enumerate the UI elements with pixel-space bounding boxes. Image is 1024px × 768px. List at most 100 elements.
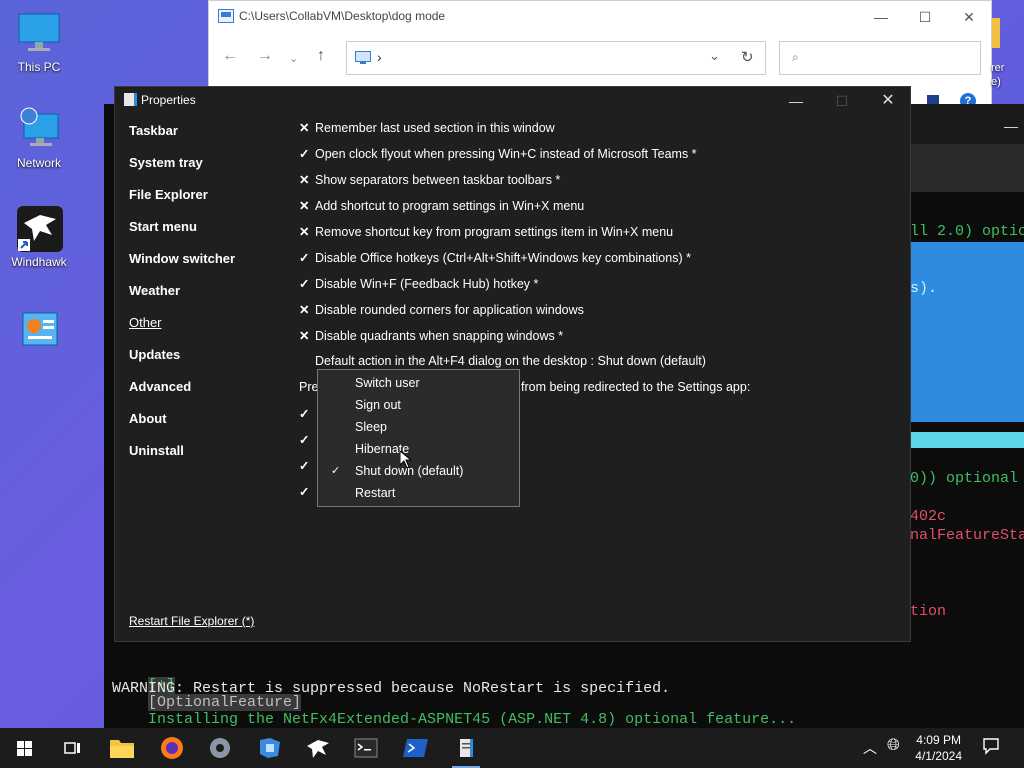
checkmark-icon[interactable]: ✓	[299, 458, 309, 473]
close-button[interactable]: ✕	[949, 5, 989, 29]
option-clock-flyout[interactable]: ✓ Open clock flyout when pressing Win+C i…	[299, 146, 697, 161]
refresh-icon[interactable]: ↻	[741, 48, 754, 66]
desktop-icon-windhawk[interactable]: Windhawk	[7, 205, 71, 269]
checkmark-icon[interactable]: ✓	[299, 484, 309, 499]
menu-item-restart[interactable]: Restart	[318, 482, 519, 504]
nav-window-switcher[interactable]: Window switcher	[129, 251, 235, 266]
globe-icon[interactable]: 🌐︎	[887, 737, 900, 755]
nav-advanced[interactable]: Advanced	[129, 379, 191, 394]
partial-label: rer	[991, 62, 1005, 74]
search-box[interactable]: ⌕	[779, 41, 981, 75]
menu-item-shut-down[interactable]: ✓ Shut down (default)	[318, 460, 519, 482]
monitor-icon	[16, 10, 62, 56]
notification-icon[interactable]	[982, 737, 1000, 758]
x-mark-icon: ✕	[299, 225, 310, 239]
nav-about[interactable]: About	[129, 411, 167, 426]
desktop-icon-control-panel[interactable]	[7, 308, 71, 358]
option-remember-section[interactable]: ✕ Remember last used section in this wind…	[299, 120, 555, 135]
checkmark-icon[interactable]: ✓	[299, 432, 309, 447]
chevron-down-icon[interactable]: ⌄	[289, 52, 298, 65]
checkmark-icon: ✓	[299, 147, 310, 161]
partial-label-2: e)	[991, 76, 1001, 88]
option-snap-quadrants[interactable]: ✕ Disable quadrants when snapping windows…	[299, 328, 563, 343]
terminal-taskbar-button[interactable]	[346, 734, 386, 762]
properties-app-icon	[460, 739, 473, 757]
desktop-icon-label: This PC	[17, 60, 61, 74]
menu-item-switch-user[interactable]: Switch user	[318, 372, 519, 394]
explorer-title: C:\Users\CollabVM\Desktop\dog mode	[239, 9, 446, 23]
system-clock[interactable]: 4:09 PM 4/1/2024	[915, 732, 962, 764]
properties-window[interactable]: Properties — ☐ ✕ Taskbar System tray Fil…	[114, 86, 911, 642]
control-panel-icon	[16, 308, 62, 354]
shutdown-action-menu[interactable]: Switch user Sign out Sleep Hibernate ✓ Sh…	[317, 369, 520, 507]
option-office-hotkeys[interactable]: ✓ Disable Office hotkeys (Ctrl+Alt+Shift+…	[299, 250, 691, 265]
task-view-button[interactable]	[52, 734, 92, 762]
terminal-line: nalFeatureSta	[910, 527, 1024, 544]
restart-explorer-link[interactable]: Restart File Explorer (*)	[129, 614, 254, 628]
address-chevron: ›	[377, 49, 382, 65]
terminal-minimize-button[interactable]: —	[1004, 118, 1018, 134]
gear-icon	[210, 738, 230, 758]
option-prevent-redirect[interactable]: Pre	[299, 380, 318, 394]
maximize-button[interactable]: ☐	[905, 5, 945, 29]
nav-weather[interactable]: Weather	[129, 283, 180, 298]
menu-item-sleep[interactable]: Sleep	[318, 416, 519, 438]
properties-titlebar[interactable]: Properties — ☐ ✕	[115, 87, 910, 113]
taskbar: ︿ 🌐︎ 4:09 PM 4/1/2024	[0, 728, 1024, 768]
address-bar[interactable]: › ⌄ ↻	[346, 41, 766, 75]
option-rounded-corners[interactable]: ✕ Disable rounded corners for application…	[299, 302, 584, 317]
desktop-icon-network[interactable]: Network	[7, 106, 71, 170]
nav-other[interactable]: Other	[129, 315, 162, 330]
nav-file-explorer[interactable]: File Explorer	[129, 187, 208, 202]
start-button[interactable]	[4, 734, 44, 762]
app-taskbar-button[interactable]	[250, 734, 290, 762]
option-toolbar-separators[interactable]: ✕ Show separators between taskbar toolbar…	[299, 172, 560, 187]
option-altf4-default-action[interactable]: Default action in the Alt+F4 dialog on t…	[299, 354, 706, 368]
folder-icon	[218, 9, 234, 26]
option-remove-shortcut-key[interactable]: ✕ Remove shortcut key from program settin…	[299, 224, 673, 239]
nav-taskbar[interactable]: Taskbar	[129, 123, 178, 138]
checkmark-icon[interactable]: ✓	[299, 406, 309, 421]
nav-start-menu[interactable]: Start menu	[129, 219, 197, 234]
desktop-icon-this-pc[interactable]: This PC	[7, 10, 71, 74]
powershell-taskbar-button[interactable]	[396, 734, 436, 762]
terminal-blue-panel	[910, 242, 1024, 422]
minimize-button[interactable]: —	[773, 89, 819, 113]
option-winx-shortcut[interactable]: ✕ Add shortcut to program settings in Win…	[299, 198, 584, 213]
terminal-install-text: Installing the NetFx4Extended-ASPNET45 (…	[148, 711, 797, 728]
settings-taskbar-button[interactable]	[200, 734, 240, 762]
clock-date: 4/1/2024	[915, 749, 962, 763]
x-mark-icon: ✕	[299, 329, 310, 343]
nav-updates[interactable]: Updates	[129, 347, 180, 362]
forward-arrow-icon[interactable]: →	[257, 47, 273, 65]
firefox-icon	[161, 737, 183, 759]
up-arrow-icon[interactable]: ↑	[317, 47, 325, 65]
menu-item-sign-out[interactable]: Sign out	[318, 394, 519, 416]
file-explorer-taskbar-button[interactable]	[102, 734, 142, 762]
properties-app-icon	[124, 93, 137, 106]
properties-taskbar-button[interactable]	[446, 734, 486, 768]
maximize-button: ☐	[835, 93, 849, 109]
windows-logo-icon	[17, 741, 32, 756]
firefox-taskbar-button[interactable]	[152, 734, 192, 762]
terminal-tab-strip	[910, 144, 1024, 192]
close-button[interactable]: ✕	[865, 89, 911, 113]
menu-item-hibernate[interactable]: Hibernate	[318, 438, 519, 460]
back-arrow-icon[interactable]: ←	[222, 47, 238, 65]
nav-system-tray[interactable]: System tray	[129, 155, 203, 170]
puzzle-icon	[260, 738, 280, 758]
address-dropdown-icon[interactable]: ⌄	[709, 48, 720, 64]
option-winf-hotkey[interactable]: ✓ Disable Win+F (Feedback Hub) hotkey *	[299, 276, 538, 291]
minimize-button[interactable]: —	[861, 5, 901, 29]
nav-uninstall[interactable]: Uninstall	[129, 443, 184, 458]
chevron-up-icon[interactable]: ︿	[863, 738, 877, 758]
x-mark-icon: ✕	[299, 199, 310, 213]
windhawk-taskbar-button[interactable]	[298, 734, 338, 762]
option-prefix-text: Pre	[299, 380, 319, 394]
terminal-warning-line: WARNING: Restart is suppressed because N…	[112, 680, 671, 697]
windhawk-icon	[16, 205, 63, 252]
powershell-icon	[403, 739, 428, 757]
checkmark-icon: ✓	[299, 251, 310, 265]
folder-icon	[110, 740, 134, 758]
terminal-line: ll 2.0) optic	[910, 223, 1024, 240]
